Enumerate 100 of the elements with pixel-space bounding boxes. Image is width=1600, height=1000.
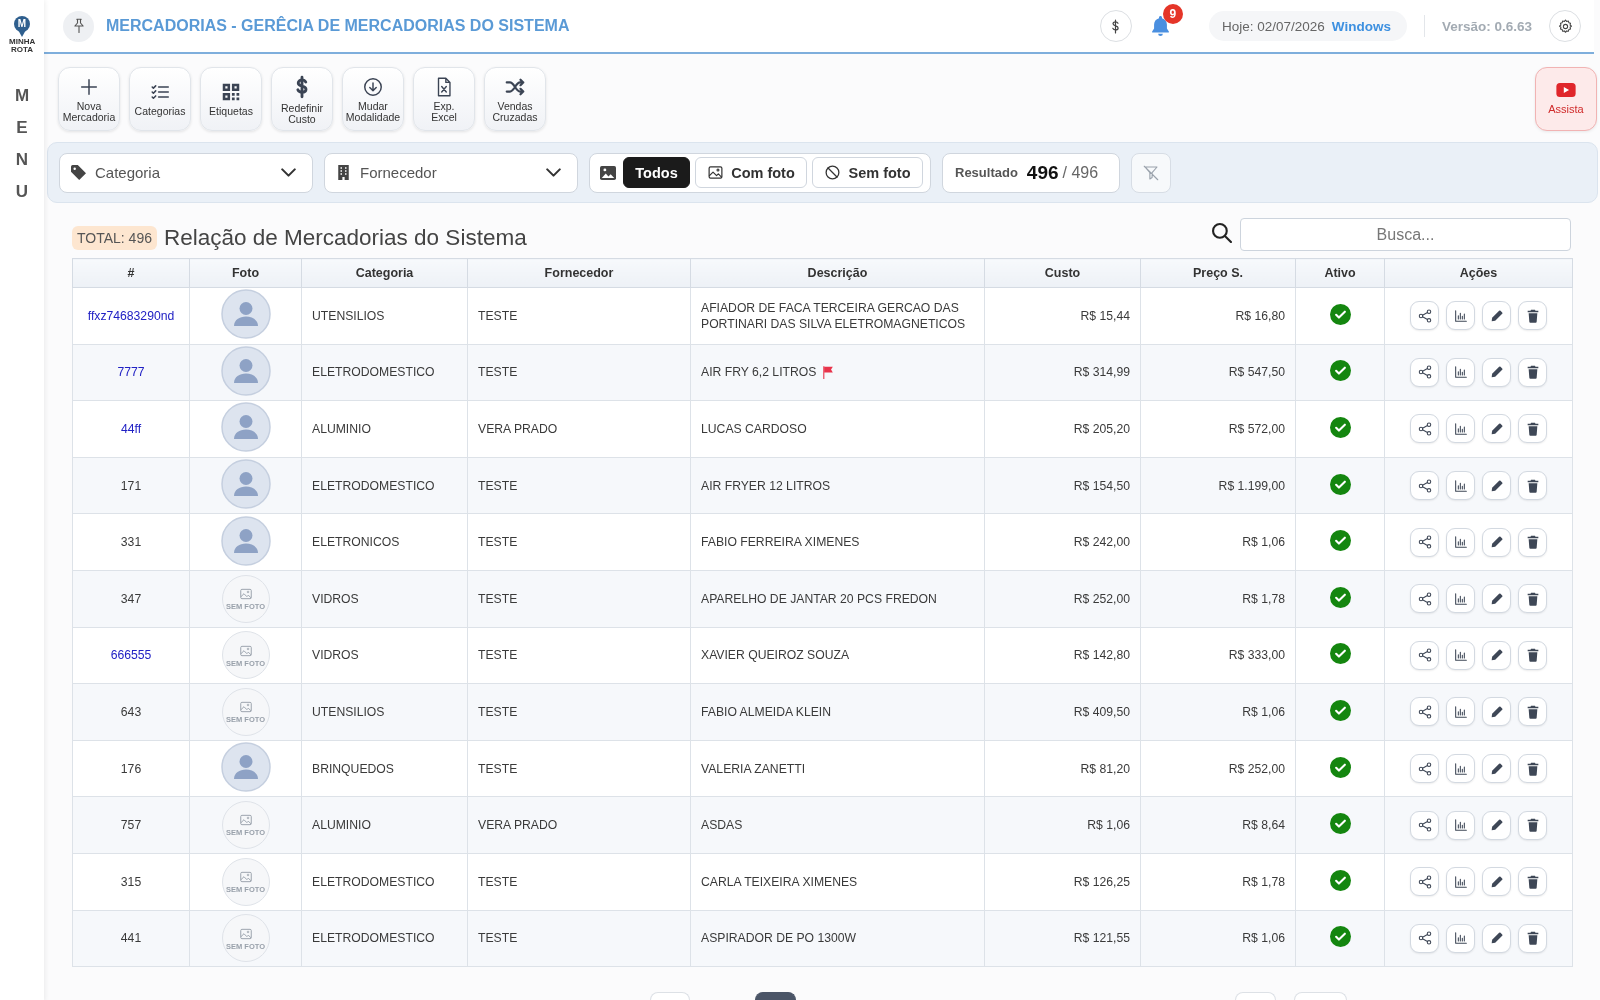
building-icon xyxy=(336,165,351,180)
edit-button[interactable] xyxy=(1482,471,1511,501)
search-field[interactable]: Busca... xyxy=(1240,218,1571,251)
share-button[interactable] xyxy=(1410,357,1439,387)
toolbar-button[interactable]: Etiquetas xyxy=(200,67,262,131)
item-code[interactable]: 666555 xyxy=(72,627,190,684)
delete-button[interactable] xyxy=(1518,867,1547,897)
item-code[interactable]: ffxz74683290nd xyxy=(72,287,190,345)
chart-button[interactable] xyxy=(1446,414,1475,444)
search-icon xyxy=(1212,223,1232,243)
share-button[interactable] xyxy=(1410,754,1439,784)
description-text: AIR FRY 6,2 LITROS xyxy=(701,364,817,381)
toolbar-button[interactable]: Categorias xyxy=(129,67,191,131)
chart-button[interactable] xyxy=(1446,357,1475,387)
edit-button[interactable] xyxy=(1482,414,1511,444)
settings-icon xyxy=(1556,17,1574,35)
edit-button[interactable] xyxy=(1482,923,1511,953)
share-button[interactable] xyxy=(1410,697,1439,727)
edit-button[interactable] xyxy=(1482,697,1511,727)
settings-button[interactable] xyxy=(1549,10,1581,42)
edit-button[interactable] xyxy=(1482,357,1511,387)
table-cell: TESTE xyxy=(467,853,691,911)
description-text: XAVIER QUEIROZ SOUZA xyxy=(701,647,850,664)
chart-button[interactable] xyxy=(1446,697,1475,727)
delete-button[interactable] xyxy=(1518,527,1547,557)
version-text: Versão: 0.6.63 xyxy=(1441,18,1532,34)
table-cell: R$ 8,64 xyxy=(1140,796,1296,854)
table-cell: R$ 126,25 xyxy=(984,853,1141,911)
logo-text: MINHA ROTA xyxy=(9,38,35,54)
edit-button[interactable] xyxy=(1482,640,1511,670)
bar-chart-icon xyxy=(1452,421,1469,437)
table-cell: VIDROS xyxy=(301,627,468,684)
item-code[interactable]: 7777 xyxy=(72,344,190,401)
play-video-icon xyxy=(1556,83,1576,97)
table-cell: ELETRONICOS xyxy=(301,513,468,571)
table-cell: UTENSILIOS xyxy=(301,287,468,345)
dollar-button[interactable] xyxy=(1099,10,1132,42)
delete-button[interactable] xyxy=(1518,754,1547,784)
watch-button[interactable]: Assista xyxy=(1535,67,1597,131)
toolbar-button[interactable]: Exp. Excel xyxy=(413,67,475,131)
edit-button[interactable] xyxy=(1482,527,1511,557)
total-badge: TOTAL: 496 xyxy=(72,226,157,250)
delete-button[interactable] xyxy=(1518,640,1547,670)
chart-button[interactable] xyxy=(1446,754,1475,784)
toolbar-button[interactable]: Nova Mercadoria xyxy=(58,67,120,131)
share-button[interactable] xyxy=(1410,810,1439,840)
edit-button[interactable] xyxy=(1482,301,1511,331)
edit-button[interactable] xyxy=(1482,867,1511,897)
delete-button[interactable] xyxy=(1518,810,1547,840)
delete-button[interactable] xyxy=(1518,301,1547,331)
column-header: Categoria xyxy=(301,258,468,288)
edit-button[interactable] xyxy=(1482,584,1511,614)
chart-button[interactable] xyxy=(1446,640,1475,670)
delete-button[interactable] xyxy=(1518,584,1547,614)
logo-mark: M xyxy=(14,16,30,37)
item-code: 441 xyxy=(72,910,190,967)
page-button[interactable] xyxy=(755,992,796,1000)
share-button[interactable] xyxy=(1410,301,1439,331)
share-button[interactable] xyxy=(1410,923,1439,953)
photo-filter-option[interactable]: Com foto xyxy=(695,157,807,188)
table-cell: TESTE xyxy=(467,740,691,797)
delete-button[interactable] xyxy=(1518,357,1547,387)
toolbar-button[interactable]: Redefinir Custo xyxy=(271,67,333,131)
chart-button[interactable] xyxy=(1446,471,1475,501)
chart-button[interactable] xyxy=(1446,527,1475,557)
chevron-down-icon xyxy=(281,168,296,177)
pin-button[interactable] xyxy=(63,10,94,42)
edit-button[interactable] xyxy=(1482,754,1511,784)
share-button[interactable] xyxy=(1410,527,1439,557)
item-code: 171 xyxy=(72,457,190,514)
chart-button[interactable] xyxy=(1446,584,1475,614)
photo-filter-option[interactable]: Sem foto xyxy=(812,157,923,188)
share-button[interactable] xyxy=(1410,414,1439,444)
chart-button[interactable] xyxy=(1446,301,1475,331)
edit-button[interactable] xyxy=(1482,810,1511,840)
share-button[interactable] xyxy=(1410,867,1439,897)
chart-button[interactable] xyxy=(1446,923,1475,953)
chart-button[interactable] xyxy=(1446,810,1475,840)
share-button[interactable] xyxy=(1410,584,1439,614)
table-cell: R$ 1,78 xyxy=(1140,570,1296,628)
menu-label[interactable]: MENU xyxy=(13,80,31,208)
share-icon xyxy=(1416,817,1433,834)
column-header: Foto xyxy=(189,258,302,288)
delete-button[interactable] xyxy=(1518,414,1547,444)
toolbar-button[interactable]: Vendas Cruzadas xyxy=(484,67,546,131)
delete-button[interactable] xyxy=(1518,923,1547,953)
supplier-dropdown[interactable]: Fornecedor xyxy=(324,152,578,193)
delete-button[interactable] xyxy=(1518,471,1547,501)
photo-filter-option[interactable]: Todos xyxy=(623,157,690,188)
chart-button[interactable] xyxy=(1446,867,1475,897)
item-code: 643 xyxy=(72,683,190,741)
delete-button[interactable] xyxy=(1518,697,1547,727)
bell-icon[interactable] xyxy=(1150,16,1170,36)
share-button[interactable] xyxy=(1410,471,1439,501)
share-icon xyxy=(1416,421,1433,437)
category-dropdown[interactable]: Categoria xyxy=(59,152,313,193)
item-code[interactable]: 44ff xyxy=(72,400,190,458)
table-cell: TESTE xyxy=(467,910,691,967)
share-button[interactable] xyxy=(1410,640,1439,670)
toolbar-button[interactable]: Mudar Modalidade xyxy=(342,67,404,131)
